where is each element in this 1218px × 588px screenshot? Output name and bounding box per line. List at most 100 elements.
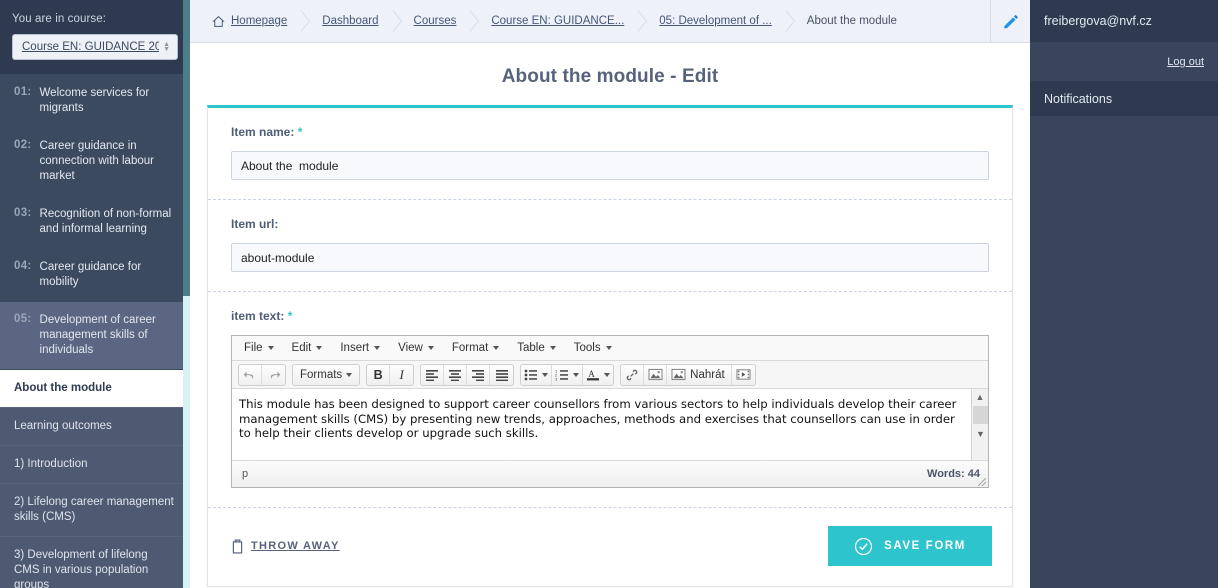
sidebar-subitem-introduction[interactable]: 1) Introduction: [0, 446, 190, 484]
throw-away-button[interactable]: THROW AWAY: [232, 538, 340, 554]
breadcrumb-item-module[interactable]: 05: Development of ...: [647, 0, 786, 43]
sidebar-item-module-04[interactable]: 04: Career guidance for mobility: [0, 249, 190, 302]
align-left-button[interactable]: [421, 364, 445, 385]
breadcrumb-item-course[interactable]: Course EN: GUIDANCE...: [479, 0, 638, 43]
breadcrumb-item-dashboard[interactable]: Dashboard: [310, 0, 392, 43]
formats-dropdown-label: Formats: [300, 368, 343, 381]
breadcrumb-link-dashboard[interactable]: Dashboard: [322, 15, 378, 27]
course-select-value: Course EN: GUIDANCE 2020: [22, 41, 160, 53]
sidebar-item-module-03[interactable]: 03: Recognition of non-formal and inform…: [0, 196, 190, 249]
editor-menu-format[interactable]: Format: [443, 337, 508, 360]
redo-button[interactable]: [262, 365, 285, 385]
insert-link-button[interactable]: [621, 364, 645, 385]
breadcrumb-link-module[interactable]: 05: Development of ...: [659, 15, 772, 27]
sidebar-scroll-track-lower[interactable]: [183, 296, 190, 588]
rich-text-editor: File Edit Insert View Format Table Tools…: [231, 335, 989, 488]
sidebar-item-module-05[interactable]: 05: Development of career management ski…: [0, 302, 190, 370]
formats-dropdown[interactable]: Formats: [293, 365, 359, 385]
upload-image-icon: [671, 368, 686, 381]
align-center-icon: [449, 369, 462, 381]
editor-element-path[interactable]: p: [242, 468, 248, 480]
check-circle-icon: [854, 537, 873, 555]
field-item-name: Item name: *: [208, 108, 1012, 200]
breadcrumb-link-courses[interactable]: Courses: [414, 15, 457, 27]
redo-icon: [270, 371, 280, 379]
breadcrumb-separator-icon: [300, 10, 311, 32]
editor-menu-file[interactable]: File: [235, 337, 283, 360]
sidebar-subitem-learning-outcomes[interactable]: Learning outcomes: [0, 408, 190, 446]
module-title: Recognition of non-formal and informal l…: [39, 208, 172, 235]
pencil-icon: [1004, 14, 1018, 28]
toolbar-group-insert: Nahrát: [620, 363, 756, 386]
breadcrumb-link-course[interactable]: Course EN: GUIDANCE...: [491, 15, 624, 27]
item-name-input[interactable]: [231, 151, 989, 180]
logout-link[interactable]: Log out: [1167, 56, 1204, 68]
scroll-up-arrow-icon[interactable]: ▲: [972, 389, 988, 405]
editor-menu-tools[interactable]: Tools: [565, 337, 621, 360]
editor-menu-insert[interactable]: Insert: [331, 337, 389, 360]
sidebar-scroll-track-upper[interactable]: [183, 0, 190, 296]
editor-statusbar: p Words: 44: [232, 461, 988, 487]
align-right-button[interactable]: [467, 364, 491, 385]
sidebar-subitem-lifelong-cms[interactable]: 2) Lifelong career management skills (CM…: [0, 484, 190, 537]
toolbar-group-align: [420, 363, 515, 386]
module-number: 02:: [14, 139, 32, 151]
left-sidebar: You are in course: Course EN: GUIDANCE 2…: [0, 0, 190, 588]
undo-button[interactable]: [239, 364, 262, 385]
upload-button[interactable]: Nahrát: [667, 364, 732, 385]
text-color-button[interactable]: A: [583, 365, 613, 385]
course-selector-block: You are in course: Course EN: GUIDANCE 2…: [0, 0, 190, 75]
link-icon: [626, 369, 638, 380]
scroll-down-arrow-icon[interactable]: ▼: [972, 426, 988, 442]
bold-button[interactable]: B: [367, 364, 391, 385]
sidebar-item-module-01[interactable]: 01: Welcome services for migrants: [0, 75, 190, 128]
edit-pencil-button[interactable]: [990, 0, 1030, 42]
media-icon: [736, 369, 751, 380]
editor-vertical-scrollbar[interactable]: ▲ ▼: [971, 389, 988, 460]
editor-menu-file-label: File: [244, 342, 263, 354]
align-justify-icon: [495, 369, 508, 381]
editor-menu-edit[interactable]: Edit: [283, 337, 332, 360]
editor-content-text: This module has been designed to support…: [239, 397, 957, 440]
sidebar-subitem-about-the-module[interactable]: About the module: [0, 370, 190, 408]
numbered-list-button[interactable]: 123: [552, 364, 584, 385]
toolbar-group-formats: Formats: [292, 363, 361, 386]
chevron-down-icon: [346, 372, 353, 377]
editor-menu-table[interactable]: Table: [508, 337, 565, 360]
editor-menu-tools-label: Tools: [573, 342, 601, 354]
field-item-url: Item url:: [208, 200, 1012, 292]
editor-resize-handle[interactable]: [978, 478, 986, 486]
bullet-list-button[interactable]: [521, 364, 553, 385]
breadcrumb-item-homepage[interactable]: Homepage: [200, 0, 301, 43]
breadcrumb: Homepage Dashboard Courses Course EN: GU…: [190, 0, 1030, 43]
course-prompt-label: You are in course:: [12, 13, 107, 25]
sidebar-subitem-development-cms[interactable]: 3) Development of lifelong CMS in variou…: [0, 537, 190, 588]
editor-content-area[interactable]: This module has been designed to support…: [232, 389, 988, 461]
editor-menu-view[interactable]: View: [389, 337, 443, 360]
item-url-input[interactable]: [231, 243, 989, 272]
edit-form-card: Item name: * Item url: item text: *: [207, 105, 1013, 587]
module-title: Welcome services for migrants: [39, 87, 150, 114]
insert-media-button[interactable]: [732, 365, 755, 385]
image-icon: [648, 368, 663, 381]
field-item-text: item text: * File Edit Insert View Forma…: [208, 292, 1012, 507]
sidebar-item-module-02[interactable]: 02: Career guidance in connection with l…: [0, 128, 190, 196]
breadcrumb-link-homepage[interactable]: Homepage: [231, 15, 287, 27]
module-number: 04:: [14, 260, 32, 272]
align-justify-button[interactable]: [490, 365, 513, 385]
scroll-thumb[interactable]: [973, 406, 988, 424]
chevron-down-icon: [427, 346, 434, 350]
breadcrumb-item-courses[interactable]: Courses: [402, 0, 471, 43]
item-url-label-text: Item url:: [231, 217, 279, 231]
italic-button[interactable]: I: [390, 365, 413, 385]
numbered-list-icon: 123: [555, 369, 569, 381]
align-center-button[interactable]: [444, 364, 468, 385]
module-title: Development of career management skills …: [39, 314, 156, 356]
required-asterisk: *: [297, 125, 303, 139]
notifications-header: Notifications: [1030, 81, 1218, 117]
course-select[interactable]: Course EN: GUIDANCE 2020 ▲ ▼: [12, 34, 178, 60]
form-footer: THROW AWAY SAVE FORM: [208, 507, 1012, 586]
throw-away-label: THROW AWAY: [251, 540, 340, 552]
insert-image-button[interactable]: [644, 364, 668, 385]
save-form-button[interactable]: SAVE FORM: [828, 526, 992, 566]
